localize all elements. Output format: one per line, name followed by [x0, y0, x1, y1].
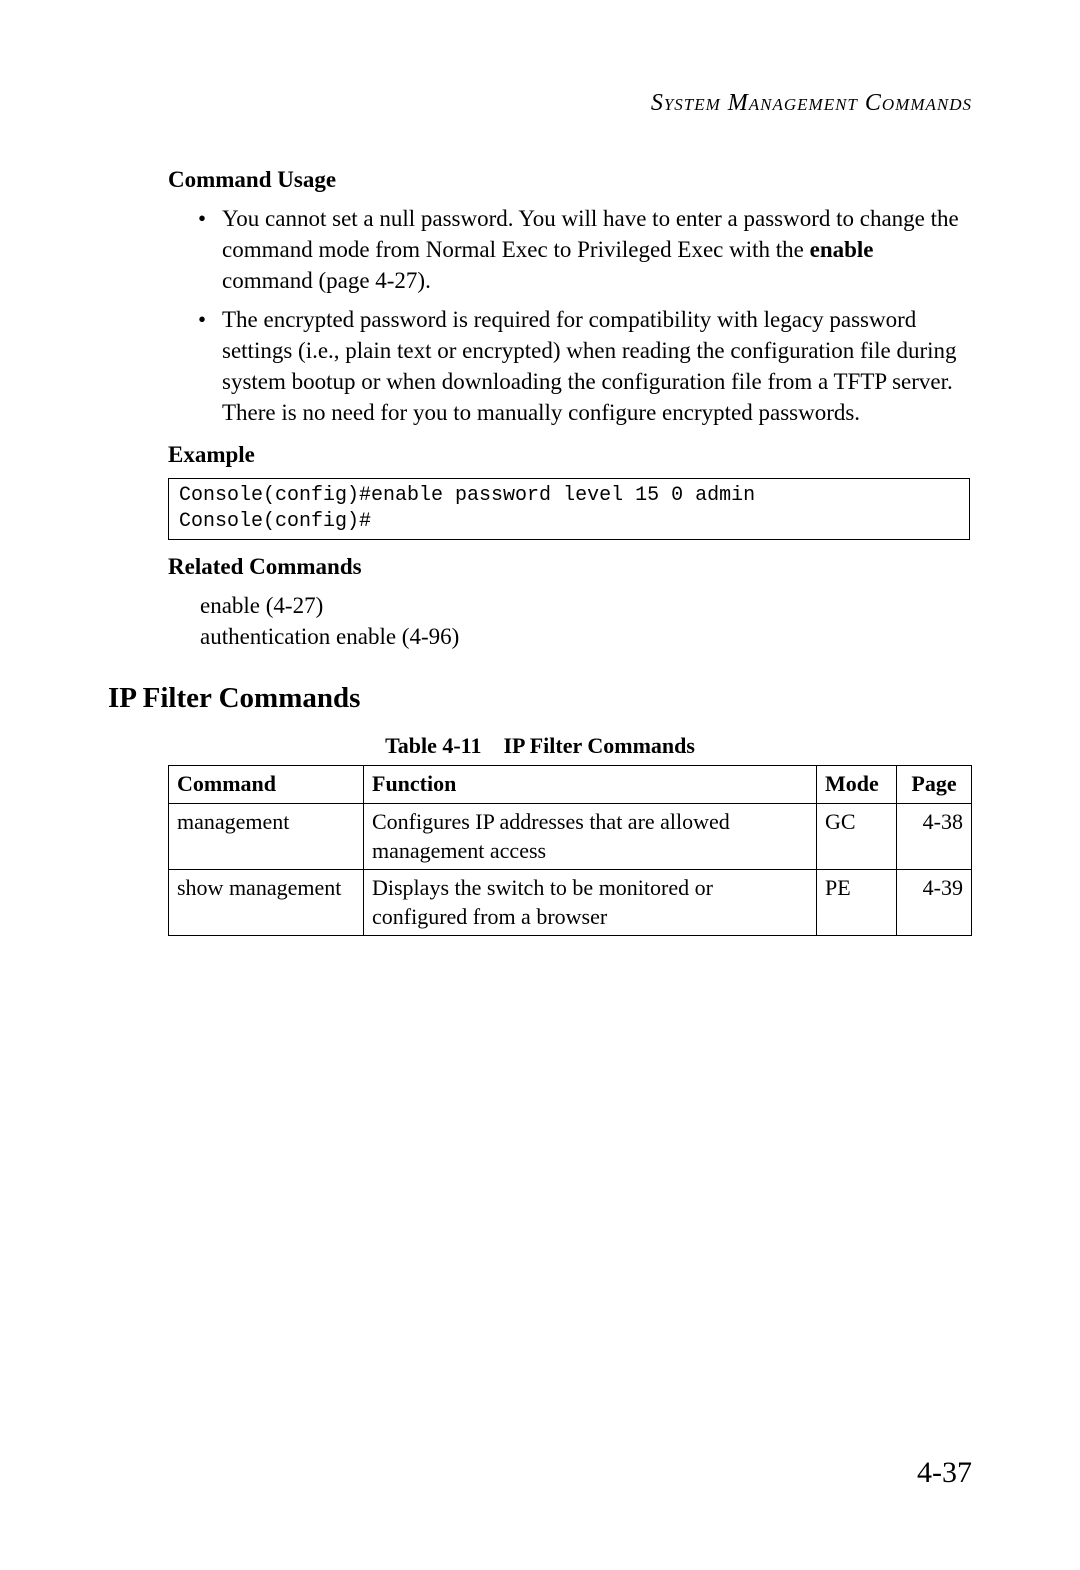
col-page: Page [897, 766, 972, 804]
ipfilter-heading: IP Filter Commands [108, 682, 972, 715]
table-caption-title: IP Filter Commands [503, 733, 694, 758]
cell-command: show management [169, 870, 364, 936]
command-usage-heading: Command Usage [168, 167, 972, 193]
bullet-item: You cannot set a null password. You will… [198, 203, 962, 296]
cell-command: management [169, 804, 364, 870]
command-usage-list: You cannot set a null password. You will… [198, 203, 962, 428]
related-commands-heading: Related Commands [168, 554, 972, 580]
related-commands-list: enable (4-27) authentication enable (4-9… [200, 590, 972, 652]
cell-mode: GC [817, 804, 897, 870]
cell-page: 4-39 [897, 870, 972, 936]
cell-function: Displays the switch to be monitored or c… [364, 870, 817, 936]
table-row: management Configures IP addresses that … [169, 804, 972, 870]
example-heading: Example [168, 442, 972, 468]
bullet-item: The encrypted password is required for c… [198, 304, 962, 428]
related-item: authentication enable (4-96) [200, 621, 972, 652]
col-command: Command [169, 766, 364, 804]
cell-page: 4-38 [897, 804, 972, 870]
ipfilter-table: Command Function Mode Page management Co… [168, 765, 972, 936]
cell-function: Configures IP addresses that are allowed… [364, 804, 817, 870]
col-mode: Mode [817, 766, 897, 804]
example-code-block: Console(config)#enable password level 15… [168, 478, 970, 540]
related-item: enable (4-27) [200, 590, 972, 621]
table-caption-label: Table 4-11 [385, 733, 481, 758]
bullet-text-pre: The encrypted password is required for c… [222, 307, 957, 425]
bullet-text-post: command (page 4-27). [222, 268, 431, 293]
header-title: System Management Commands [651, 90, 972, 116]
table-row: show management Displays the switch to b… [169, 870, 972, 936]
col-function: Function [364, 766, 817, 804]
table-caption: Table 4-11 IP Filter Commands [108, 733, 972, 759]
bullet-text-bold: enable [810, 237, 874, 262]
cell-mode: PE [817, 870, 897, 936]
page-number: 4-37 [917, 1456, 972, 1490]
page-header: System Management Commands [108, 90, 972, 117]
table-header-row: Command Function Mode Page [169, 766, 972, 804]
